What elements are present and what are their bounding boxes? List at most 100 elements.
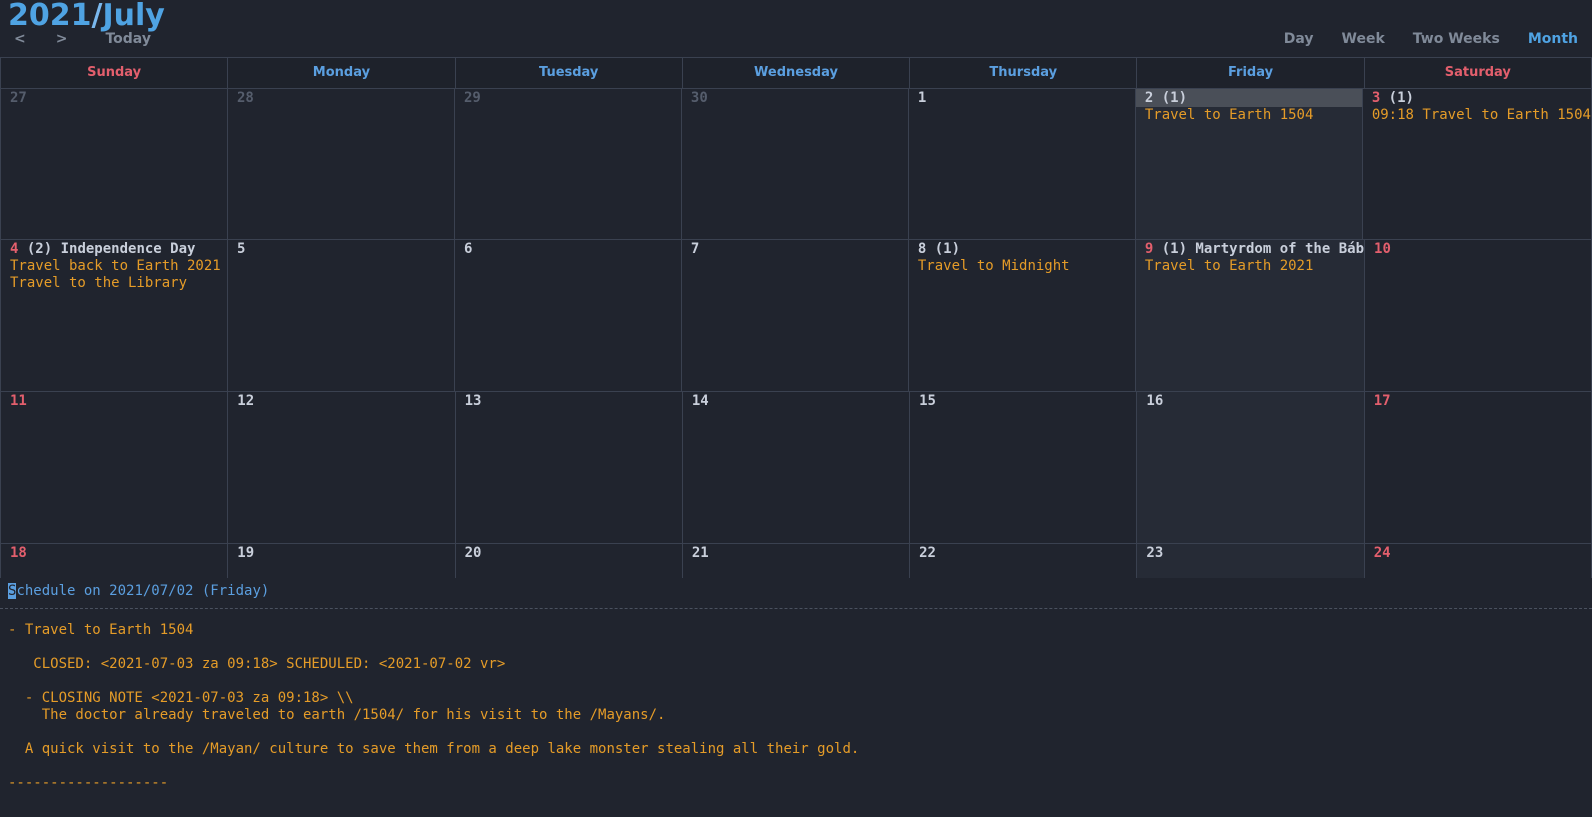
schedule-line: A quick visit to the /Mayan/ culture to … xyxy=(8,741,860,757)
day-event-count: (1) xyxy=(926,241,961,257)
day-events: Travel to Earth 1504 xyxy=(1136,107,1362,124)
weekday-header-saturday: Saturday xyxy=(1365,58,1592,88)
day-header: 19 xyxy=(228,544,454,562)
calendar-day-cell[interactable]: 9 (1) Martyrdom of the Báb Travel to Eart… xyxy=(1135,240,1366,391)
day-header: 3 (1) xyxy=(1363,89,1591,107)
calendar-day-cell[interactable]: 15 xyxy=(910,392,1138,543)
today-button[interactable]: Today xyxy=(105,31,150,47)
day-number: 15 xyxy=(919,393,936,409)
schedule-line: - Travel to Earth 1504 xyxy=(8,622,194,638)
calendar-week-row: 11 12 13 14 15 16 17 xyxy=(0,392,1592,544)
calendar-day-cell[interactable]: 11 xyxy=(0,392,229,543)
weekday-header-thursday: Thursday xyxy=(910,58,1138,88)
day-event-count: (2) xyxy=(18,241,53,257)
day-header: 18 xyxy=(1,544,227,562)
calendar-week-row: 4 (2) Independence Day Travel back to Ear… xyxy=(0,240,1592,392)
calendar-event[interactable]: Travel to Midnight xyxy=(918,258,1135,275)
day-event-count: (1) xyxy=(1153,241,1187,257)
weekday-header-row: Sunday Monday Tuesday Wednesday Thursday… xyxy=(0,57,1592,89)
day-events: 09:18 Travel to Earth 1504 xyxy=(1363,107,1591,124)
prev-month-button[interactable]: < xyxy=(14,31,26,47)
day-number: 6 xyxy=(463,241,473,257)
day-header: 24 xyxy=(1365,544,1591,562)
calendar-event[interactable]: Travel to Earth 2021 xyxy=(1145,258,1364,275)
calendar-day-cell[interactable]: 10 xyxy=(1365,240,1592,391)
day-header: 17 xyxy=(1365,392,1591,410)
day-header: 9 (1) Martyrdom of the Báb xyxy=(1136,240,1364,258)
day-event-count: (1) xyxy=(1153,90,1187,106)
day-number: 21 xyxy=(691,545,709,561)
view-switcher: Day Week Two Weeks Month xyxy=(1256,31,1578,47)
day-number: 27 xyxy=(10,90,27,106)
day-header: 21 xyxy=(683,544,909,562)
day-number: 1 xyxy=(917,90,927,106)
day-header: 6 xyxy=(455,240,681,258)
calendar-day-cell[interactable]: 27 xyxy=(0,89,228,239)
day-header: 28 xyxy=(228,89,454,107)
calendar-day-cell[interactable]: 12 xyxy=(228,392,456,543)
calendar-day-cell[interactable]: 14 xyxy=(683,392,911,543)
calendar-event[interactable]: Travel back to Earth 2021 xyxy=(10,258,227,275)
day-header: 2 (1) xyxy=(1135,89,1362,107)
day-header: 22 xyxy=(910,544,1136,562)
schedule-blank-line xyxy=(8,673,1592,690)
calendar-event[interactable]: Travel to the Library xyxy=(10,275,227,292)
calendar-day-cell[interactable]: 1 xyxy=(909,89,1136,239)
schedule-title: Schedule on 2021/07/02 (Friday) xyxy=(0,578,1592,601)
view-two-weeks-button[interactable]: Two Weeks xyxy=(1413,31,1500,47)
day-header: 29 xyxy=(455,89,681,107)
calendar-week-row: 27 28 29 30 1 2 (1) Travel to Earth 1504 3 (1) 0… xyxy=(0,89,1592,240)
schedule-body[interactable]: - Travel to Earth 1504 CLOSED: <2021-07-… xyxy=(0,609,1592,792)
weekday-header-monday: Monday xyxy=(228,58,456,88)
calendar-day-cell[interactable]: 5 xyxy=(228,240,455,391)
day-header: 10 xyxy=(1365,240,1591,258)
day-header: 16 xyxy=(1137,392,1363,410)
title-separator: / xyxy=(91,0,103,33)
calendar-day-cell[interactable]: 13 xyxy=(456,392,683,543)
calendar-day-cell[interactable]: 17 xyxy=(1365,392,1592,543)
day-number: 14 xyxy=(691,393,709,409)
calendar-day-cell[interactable]: 3 (1) 09:18 Travel to Earth 1504 xyxy=(1363,89,1592,239)
day-events: Travel back to Earth 2021 Travel to the L… xyxy=(1,258,227,292)
calendar-day-cell[interactable]: 7 xyxy=(682,240,909,391)
day-number: 22 xyxy=(919,545,936,561)
calendar-day-cell[interactable]: 16 xyxy=(1137,392,1365,543)
view-month-button[interactable]: Month xyxy=(1528,31,1578,47)
day-number: 20 xyxy=(464,545,482,561)
calendar-navigation: < > Today xyxy=(14,31,151,47)
weekday-header-friday: Friday xyxy=(1137,58,1365,88)
calendar-day-cell[interactable]: 30 xyxy=(682,89,909,239)
calendar-event[interactable]: 09:18 Travel to Earth 1504 xyxy=(1372,107,1591,124)
schedule-line: The doctor already traveled to earth /15… xyxy=(8,707,666,723)
calendar-day-cell[interactable]: 28 xyxy=(228,89,455,239)
day-header: 12 xyxy=(228,392,454,410)
calendar-day-cell[interactable]: 29 xyxy=(455,89,682,239)
calendar-day-cell[interactable]: 6 xyxy=(455,240,682,391)
day-header: 1 xyxy=(909,89,1135,107)
day-header: 15 xyxy=(910,392,1136,410)
calendar-event[interactable]: Travel to Earth 1504 xyxy=(1145,107,1362,124)
day-events: Travel to Midnight xyxy=(909,258,1135,275)
schedule-panel: Schedule on 2021/07/02 (Friday) - Travel… xyxy=(0,578,1592,817)
day-number: 19 xyxy=(237,545,255,561)
calendar-day-cell[interactable]: 4 (2) Independence Day Travel back to Ear… xyxy=(0,240,228,391)
schedule-line: ------------------- xyxy=(8,775,169,791)
day-event-count: (1) xyxy=(1380,90,1414,106)
day-number: 11 xyxy=(10,393,27,409)
calendar-day-cell[interactable]: 8 (1) Travel to Midnight xyxy=(909,240,1136,391)
next-month-button[interactable]: > xyxy=(56,31,68,47)
view-day-button[interactable]: Day xyxy=(1284,31,1314,47)
view-week-button[interactable]: Week xyxy=(1342,31,1385,47)
day-number: 5 xyxy=(236,241,246,257)
weekday-header-wednesday: Wednesday xyxy=(683,58,911,88)
day-header: 30 xyxy=(682,89,908,107)
day-header: 14 xyxy=(683,392,909,410)
calendar-day-cell[interactable]: 2 (1) Travel to Earth 1504 xyxy=(1135,89,1363,239)
day-header: 11 xyxy=(1,392,227,410)
weekday-header-sunday: Sunday xyxy=(0,58,229,88)
day-holiday-label: Martyrdom of the Báb xyxy=(1187,241,1365,257)
schedule-blank-line xyxy=(8,724,1592,741)
title-year: 2021 xyxy=(8,0,92,33)
page-title: 2021/July xyxy=(8,0,165,33)
day-header: 13 xyxy=(456,392,682,410)
